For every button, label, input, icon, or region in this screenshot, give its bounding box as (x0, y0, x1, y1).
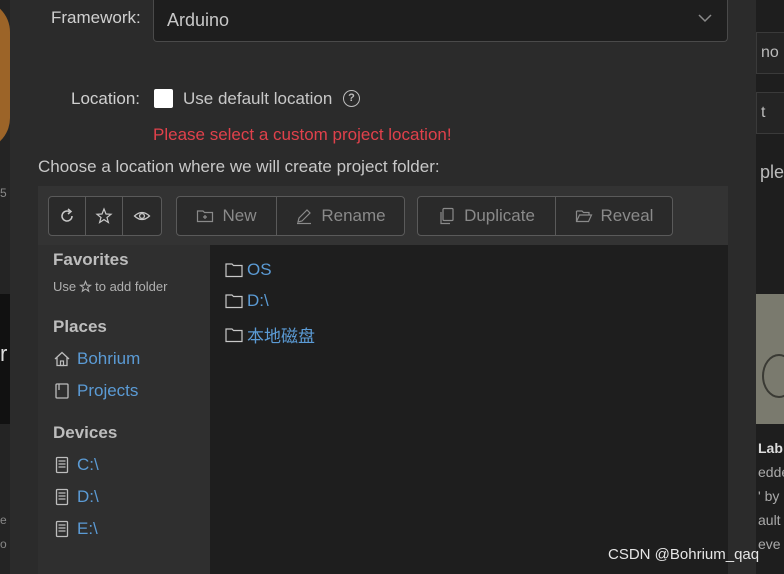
bg-right-text: ple (756, 152, 784, 194)
help-icon[interactable]: ? (343, 90, 360, 107)
bg-left-text: o (0, 537, 7, 551)
device-item-label: D:\ (77, 487, 99, 506)
chevron-down-icon (698, 14, 712, 23)
favorites-hint: Use to add folder (53, 279, 167, 294)
choose-location-text: Choose a location where we will create p… (38, 157, 440, 176)
file-browser-toolbar: New Rename Duplicate Reveal (38, 186, 728, 245)
drive-icon (55, 520, 69, 538)
folder-item-label: D:\ (247, 291, 269, 310)
framework-select[interactable]: Arduino (153, 0, 728, 42)
bg-card-line: edde (758, 464, 784, 480)
places-item-label: Bohrium (77, 349, 141, 368)
new-folder-icon (197, 210, 214, 223)
folder-item-label: 本地磁盘 (247, 327, 315, 346)
show-hidden-button[interactable] (123, 197, 160, 235)
bg-card-image (756, 294, 784, 424)
reveal-button[interactable]: Reveal (556, 197, 672, 235)
bg-card-line: ault (758, 512, 781, 528)
refresh-button[interactable] (49, 197, 86, 235)
places-item-projects[interactable]: Projects (53, 381, 138, 401)
bg-right-input: no (756, 32, 784, 74)
copy-icon (440, 207, 454, 225)
device-item-c[interactable]: C:\ (53, 455, 99, 475)
places-item-label: Projects (77, 381, 139, 400)
star-icon (95, 207, 113, 224)
favorites-heading: Favorites (53, 250, 129, 269)
nav-button-group (48, 196, 162, 236)
edit-button-group: New Rename (176, 196, 405, 236)
eye-icon (133, 211, 150, 221)
new-folder-button[interactable]: New (177, 197, 277, 235)
framework-label: Framework: (51, 8, 141, 27)
folder-item-d[interactable]: D:\ (225, 291, 269, 311)
use-default-location-label[interactable]: Use default location (183, 89, 332, 109)
background-left-panel: 5 r e o (0, 0, 10, 574)
refresh-icon (61, 208, 73, 222)
folder-item-label: OS (247, 260, 272, 279)
folder-icon (225, 327, 243, 342)
device-item-label: C:\ (77, 455, 99, 474)
device-item-d[interactable]: D:\ (53, 487, 99, 507)
folder-icon (225, 294, 243, 309)
bg-card-line: eve (758, 536, 781, 552)
star-icon (79, 280, 93, 293)
bg-right-input: t (756, 92, 784, 134)
device-item-label: E:\ (77, 519, 98, 538)
favorite-button[interactable] (86, 197, 123, 235)
home-icon (54, 351, 70, 367)
folder-item-os[interactable]: OS (225, 260, 272, 280)
places-heading: Places (53, 317, 107, 336)
file-browser-sidebar: Favorites Use to add folder Places Bohri… (38, 245, 210, 574)
places-item-home[interactable]: Bohrium (53, 349, 140, 369)
location-error-message: Please select a custom project location! (153, 125, 452, 144)
drive-icon (55, 456, 69, 474)
duplicate-button[interactable]: Duplicate (418, 197, 556, 235)
new-project-dialog: Framework: Arduino Location: Use default… (10, 0, 756, 574)
use-default-location-checkbox[interactable] (154, 89, 173, 108)
pencil-icon (297, 209, 312, 225)
app-logo-fragment (0, 0, 10, 150)
devices-heading: Devices (53, 423, 118, 442)
bg-left-text: 5 (0, 186, 7, 200)
folder-open-icon (575, 210, 592, 223)
favorites-hint-post: to add folder (95, 279, 168, 294)
folder-icon (225, 263, 243, 278)
new-button-label: New (222, 206, 257, 225)
location-label: Location: (71, 89, 140, 108)
bg-left-text: e (0, 513, 7, 527)
bg-left-text: r (0, 341, 8, 366)
rename-button[interactable]: Rename (277, 197, 404, 235)
drive-icon (55, 488, 69, 506)
favorites-hint-pre: Use (53, 279, 77, 294)
duplicate-button-label: Duplicate (464, 206, 535, 225)
reveal-button-label: Reveal (600, 206, 654, 225)
rename-button-label: Rename (321, 206, 386, 225)
file-action-button-group: Duplicate Reveal (417, 196, 673, 236)
folder-item-local-disk[interactable]: 本地磁盘 (225, 322, 315, 347)
background-right-panel: no t ple Lab edde ' by ault eve (756, 0, 784, 574)
watermark: CSDN @Bohrium_qaq (608, 546, 760, 563)
bg-card-line: ' by (758, 488, 780, 504)
file-browser: New Rename Duplicate Reveal Favorites Us… (38, 186, 728, 574)
bookmark-icon (55, 383, 69, 399)
folder-list: OS D:\ 本地磁盘 (210, 245, 728, 574)
bg-card-title: Lab (758, 440, 783, 456)
framework-value: Arduino (167, 10, 230, 30)
device-item-e[interactable]: E:\ (53, 519, 98, 539)
